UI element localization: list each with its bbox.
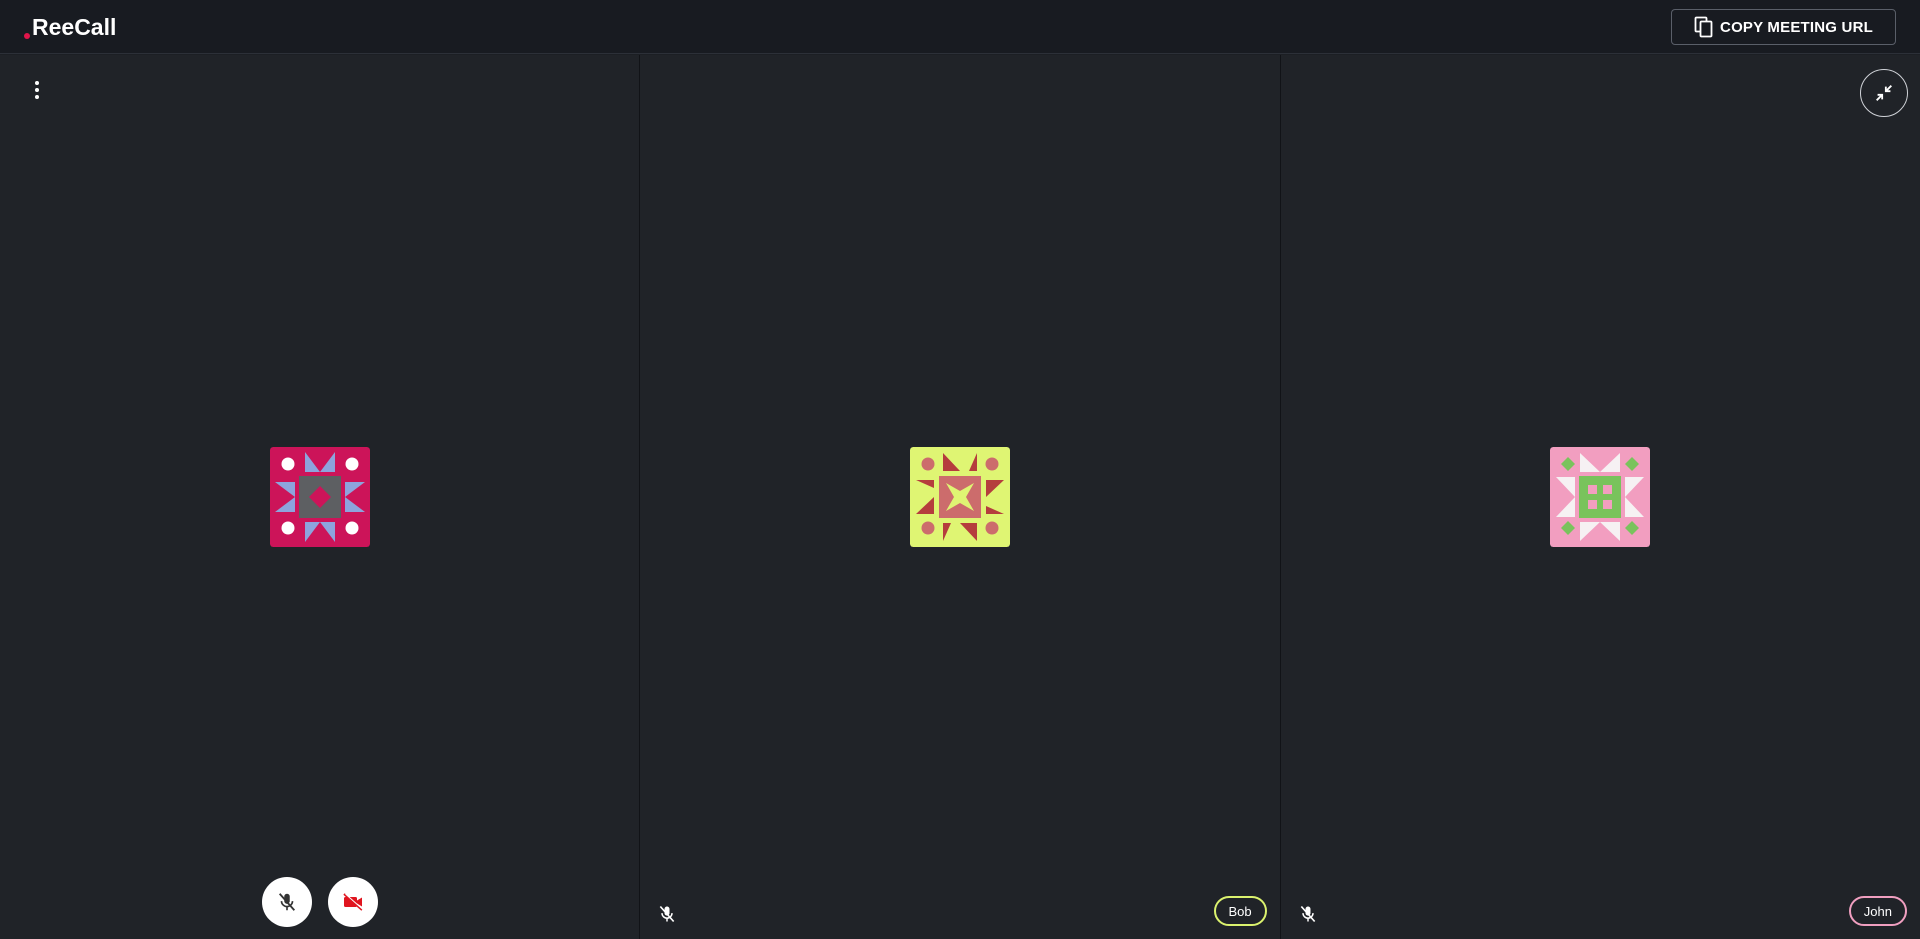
participant-name-badge: Bob xyxy=(1213,896,1267,926)
app-logo[interactable]: ReeCall xyxy=(24,12,116,42)
copy-meeting-url-button[interactable]: COPY MEETING URL xyxy=(1671,9,1896,45)
more-options-button[interactable] xyxy=(26,79,48,101)
collapse-button[interactable] xyxy=(1859,69,1908,117)
mic-off-icon xyxy=(1300,905,1315,923)
mic-toggle-button[interactable] xyxy=(262,877,312,927)
logo-dot xyxy=(24,33,30,39)
top-bar: ReeCall COPY MEETING URL xyxy=(0,0,1920,54)
copy-icon xyxy=(1694,16,1713,38)
avatar-john xyxy=(1550,447,1651,547)
avatar-bob xyxy=(909,447,1010,547)
participant-tile-john: John xyxy=(1280,55,1920,939)
copy-meeting-url-label: COPY MEETING URL xyxy=(1720,18,1873,36)
video-off-icon xyxy=(343,893,364,911)
collapse-icon xyxy=(1876,85,1892,101)
app-name: ReeCall xyxy=(32,13,117,40)
camera-toggle-button[interactable] xyxy=(328,877,378,927)
video-grid: Bob John xyxy=(0,55,1920,939)
more-vertical-icon xyxy=(35,81,39,99)
avatar-self xyxy=(269,447,370,547)
participant-tile-bob: Bob xyxy=(640,55,1281,939)
mic-off-icon xyxy=(278,893,296,911)
participant-name-badge: John xyxy=(1848,896,1907,926)
mic-off-icon xyxy=(660,905,675,923)
participant-tile-self xyxy=(0,55,641,939)
